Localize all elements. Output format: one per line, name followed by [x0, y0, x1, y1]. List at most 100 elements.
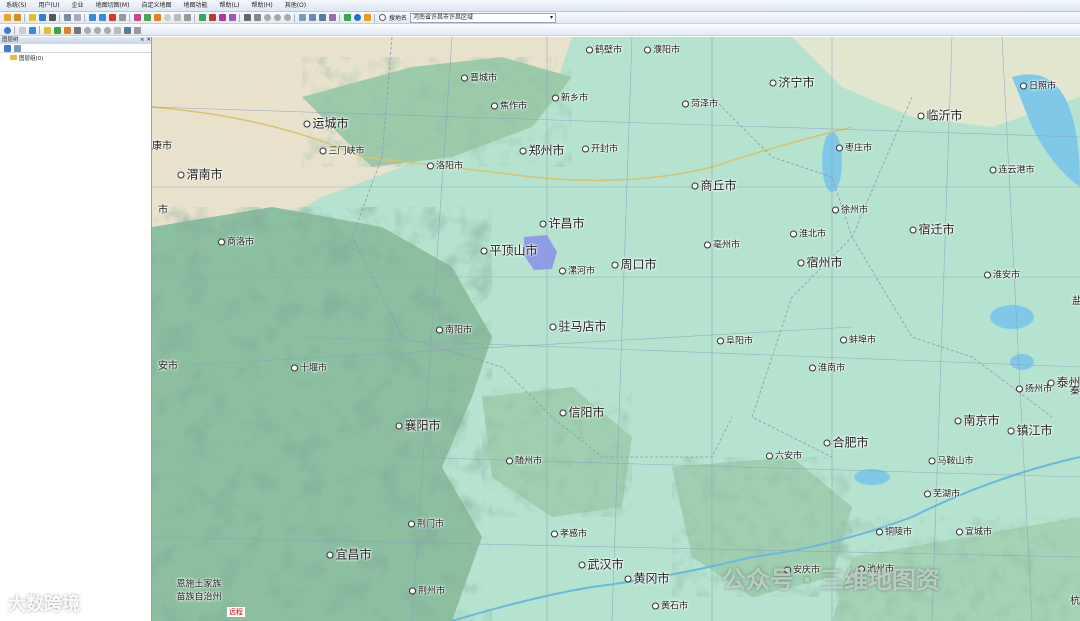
city-label[interactable]: 马鞍山市: [928, 454, 974, 467]
page-icon[interactable]: [18, 26, 26, 34]
menu-map-function[interactable]: 地图功能: [177, 0, 213, 11]
menu-help[interactable]: 帮助(H): [246, 0, 279, 11]
menu-map-tiles[interactable]: 地图切图(M): [90, 0, 136, 11]
city-label[interactable]: 信阳市: [559, 404, 605, 421]
city-label[interactable]: 濮阳市: [643, 43, 680, 56]
city-label[interactable]: 淮北市: [789, 227, 826, 240]
table-icon[interactable]: [308, 14, 316, 21]
polyline-icon[interactable]: [208, 14, 216, 21]
node3-icon[interactable]: [103, 26, 111, 34]
layer-icon[interactable]: [298, 14, 306, 21]
city-label[interactable]: 襄阳市: [395, 417, 441, 434]
city-label[interactable]: 菏泽市: [681, 97, 718, 110]
paint-icon[interactable]: [153, 14, 161, 21]
menu-enterprise[interactable]: 企业: [66, 0, 90, 11]
city-label[interactable]: 许昌市: [539, 215, 585, 232]
city-label[interactable]: 十堰市: [290, 361, 327, 374]
city-label[interactable]: 徐州市: [831, 203, 868, 216]
tree-item-layer-group[interactable]: 图层组(0): [0, 53, 151, 62]
globe-icon[interactable]: [353, 14, 361, 21]
city-label[interactable]: 郑州市: [519, 142, 565, 159]
city-label[interactable]: 亳州市: [703, 238, 740, 251]
node-icon[interactable]: [83, 26, 91, 34]
city-label[interactable]: 宿州市: [797, 254, 843, 271]
city-label[interactable]: 鹤壁市: [585, 43, 622, 56]
city-label[interactable]: 随州市: [505, 454, 542, 467]
city-label[interactable]: 周口市: [611, 256, 657, 273]
path-icon[interactable]: [73, 26, 81, 34]
city-label[interactable]: 连云港市: [989, 163, 1035, 176]
city-label[interactable]: 芜湖市: [923, 487, 960, 500]
city-label[interactable]: 开封市: [581, 142, 618, 155]
radius-icon[interactable]: [263, 14, 271, 21]
frame-icon[interactable]: [113, 26, 121, 34]
city-label[interactable]: 武汉市: [578, 556, 624, 573]
pen-icon[interactable]: [143, 14, 151, 21]
circle-icon[interactable]: [163, 14, 171, 21]
ring-icon[interactable]: [283, 14, 291, 21]
city-label[interactable]: 淮南市: [808, 361, 845, 374]
export-icon[interactable]: [63, 14, 71, 21]
city-label[interactable]: 漯河市: [558, 264, 595, 277]
city-label[interactable]: 荆州市: [408, 584, 445, 597]
stats-icon[interactable]: [328, 14, 336, 21]
city-label[interactable]: 日照市: [1019, 79, 1056, 92]
city-label[interactable]: 荆门市: [407, 517, 444, 530]
select-icon[interactable]: [118, 14, 126, 21]
city-label[interactable]: 枣庄市: [835, 141, 872, 154]
city-label[interactable]: 蚌埠市: [839, 333, 876, 346]
menu-help-l[interactable]: 帮助(L): [213, 0, 245, 11]
city-label[interactable]: 淮安市: [983, 268, 1020, 281]
new-icon[interactable]: [3, 14, 11, 21]
info-icon[interactable]: [28, 26, 36, 34]
city-label[interactable]: 驻马店市: [549, 318, 607, 335]
city-label[interactable]: 商洛市: [217, 235, 254, 248]
city-label[interactable]: 新乡市: [551, 91, 588, 104]
city-label[interactable]: 济宁市: [769, 74, 815, 91]
city-label[interactable]: 晋城市: [460, 71, 497, 84]
marker-icon[interactable]: [198, 14, 206, 21]
layer-settings-icon[interactable]: [13, 44, 21, 52]
green-icon[interactable]: [343, 14, 351, 21]
menu-system[interactable]: 系统(S): [0, 0, 33, 11]
tree-icon[interactable]: [53, 26, 61, 34]
delete-icon[interactable]: [108, 14, 116, 21]
line-icon[interactable]: [243, 14, 251, 21]
locate-icon[interactable]: [3, 26, 11, 34]
city-label[interactable]: 黄冈市: [624, 570, 670, 587]
print-icon[interactable]: [48, 14, 56, 21]
city-label[interactable]: 孝感市: [550, 527, 587, 540]
city-label[interactable]: 南京市: [954, 412, 1000, 429]
city-label[interactable]: 焦作市: [490, 99, 527, 112]
city-label[interactable]: 宜昌市: [326, 546, 372, 563]
menu-custom-map[interactable]: 自定义地图: [135, 0, 177, 11]
add-layer-icon[interactable]: [3, 44, 11, 52]
dropdown-arrow-icon[interactable]: ▾: [550, 14, 553, 22]
panel-close-icon[interactable]: × ✕: [140, 37, 151, 44]
menu-other[interactable]: 其他(O): [279, 0, 312, 11]
chart-icon[interactable]: [318, 14, 326, 21]
node2-icon[interactable]: [93, 26, 101, 34]
ellipse-icon[interactable]: [183, 14, 191, 21]
area-icon[interactable]: [228, 14, 236, 21]
redo-icon[interactable]: [98, 14, 106, 21]
open-icon[interactable]: [13, 14, 21, 21]
city-label[interactable]: 合肥市: [823, 434, 869, 451]
measure-icon[interactable]: [253, 14, 261, 21]
city-label[interactable]: 渭南市: [177, 166, 223, 183]
city-label[interactable]: 铜陵市: [875, 525, 912, 538]
import-icon[interactable]: [73, 14, 81, 21]
city-label[interactable]: 六安市: [765, 449, 802, 462]
city-label[interactable]: 镇江市: [1007, 422, 1053, 439]
city-label[interactable]: 宿迁市: [909, 221, 955, 238]
city-label[interactable]: 三门峡市: [319, 144, 365, 157]
map-canvas[interactable]: 鹤壁市 濮阳市 晋城市 日照市 济宁市 新乡市 焦作市 菏泽市 临沂市 运城市 三门峡市 郑州市 开封市…: [152, 37, 1080, 621]
flag-icon[interactable]: [63, 26, 71, 34]
grid2-icon[interactable]: [123, 26, 131, 34]
city-label[interactable]: 黄石市: [651, 599, 688, 612]
menu-user[interactable]: 用户(U): [33, 0, 66, 11]
shield-icon[interactable]: [363, 14, 371, 21]
polygon-icon[interactable]: [218, 14, 226, 21]
crop-icon[interactable]: [133, 26, 141, 34]
city-label[interactable]: 苗族自治州: [176, 590, 221, 603]
